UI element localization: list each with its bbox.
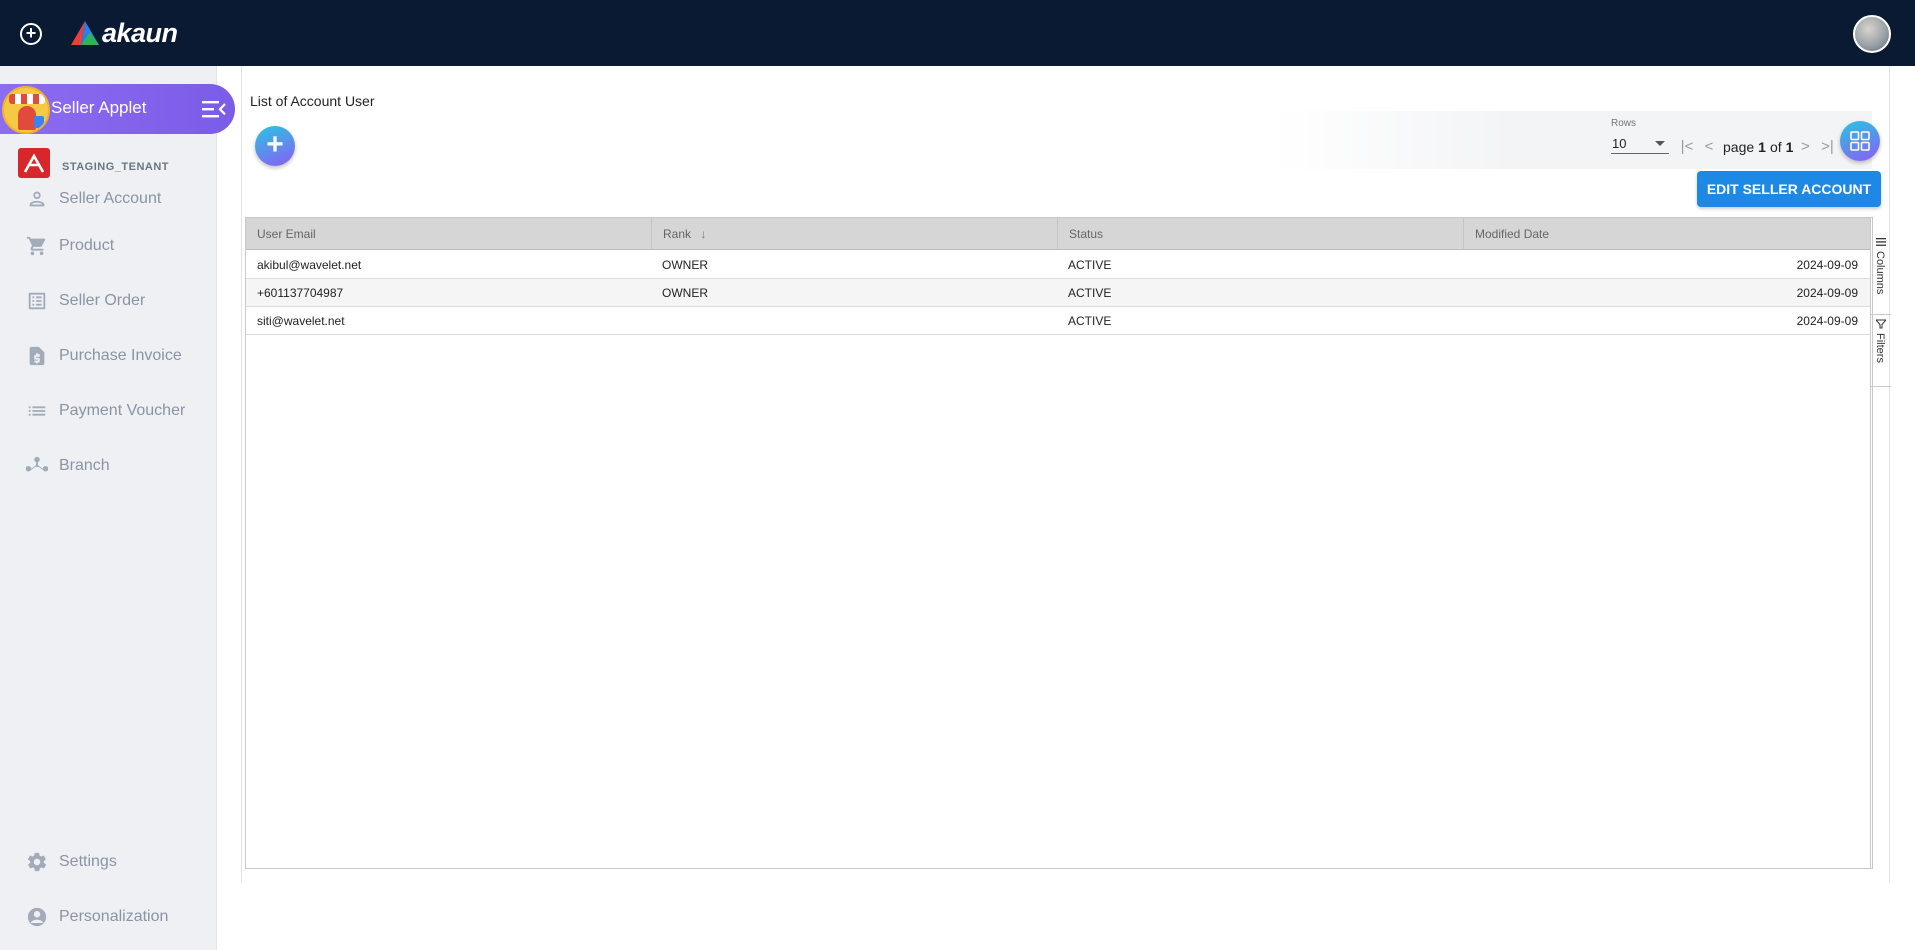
gear-icon [26, 851, 48, 873]
list-alt-icon [26, 290, 48, 312]
rows-label: Rows [1611, 118, 1637, 129]
top-bar: + akaun [0, 0, 1915, 66]
edit-seller-account-button[interactable]: EDIT SELLER ACCOUNT [1697, 171, 1881, 207]
brand-name: akaun [102, 17, 178, 48]
sidebar-item-branch[interactable]: Branch [25, 455, 110, 477]
sidebar: Seller Applet STAGING_TENANT Seller Acco… [0, 66, 235, 950]
cell-modified-date: 2024-09-09 [1796, 258, 1858, 272]
cell-modified-date: 2024-09-09 [1796, 314, 1858, 328]
seller-shop-icon [2, 86, 50, 134]
akaun-logo[interactable]: akaun [70, 18, 178, 48]
next-page-icon[interactable]: > [1794, 138, 1816, 155]
table-row[interactable]: +601137704987 OWNER ACTIVE 2024-09-09 [246, 279, 1870, 307]
chevron-down-icon [1655, 141, 1665, 146]
sidebar-item-label: Seller Account [59, 190, 162, 207]
cell-rank [651, 307, 1057, 335]
sidebar-item-product[interactable]: Product [26, 235, 114, 257]
sidebar-item-label: Product [59, 237, 115, 254]
last-page-icon[interactable]: >| [1816, 138, 1838, 155]
sidebar-item-personalization[interactable]: Personalization [26, 906, 168, 928]
columns-icon [1876, 238, 1886, 246]
table-row[interactable]: siti@wavelet.net ACTIVE 2024-09-09 [246, 307, 1870, 335]
main-content: List of Account User + Rows 10 |< < page… [241, 66, 1891, 882]
cart-icon [26, 235, 48, 257]
tenant-logo-icon [18, 148, 50, 178]
add-circle-icon[interactable]: + [20, 23, 42, 45]
rows-per-page-select[interactable]: 10 [1611, 134, 1669, 154]
list-icon [26, 400, 48, 422]
grid-view-icon [1850, 131, 1870, 151]
menu-collapse-icon[interactable] [202, 100, 226, 118]
cell-rank: OWNER [662, 286, 708, 300]
tenant-name: STAGING_TENANT [62, 161, 170, 173]
grid-side-bar: Columns Filters [1870, 217, 1891, 869]
column-header-label: Rank [663, 227, 692, 241]
table-row[interactable]: akibul@wavelet.net OWNER ACTIVE 2024-09-… [246, 251, 1870, 279]
sidebar-item-purchase-invoice[interactable]: Purchase Invoice [26, 345, 182, 367]
cell-email: akibul@wavelet.net [257, 258, 362, 272]
page-title: List of Account User [250, 93, 375, 109]
add-user-button[interactable]: + [255, 126, 295, 166]
sidebar-item-label: Payment Voucher [59, 402, 186, 419]
column-header-user-email[interactable]: User Email [246, 218, 651, 250]
cell-status: ACTIVE [1068, 314, 1112, 328]
sidebar-item-label: Purchase Invoice [59, 347, 182, 364]
filters-tool-tab[interactable]: Filters [1871, 315, 1891, 387]
person-icon [26, 188, 48, 210]
column-header-status[interactable]: Status [1057, 218, 1463, 250]
page-prefix: page [1723, 138, 1755, 155]
invoice-icon [26, 345, 48, 367]
grid-header: User Email Rank ↓ Status Modified Date [246, 218, 1870, 250]
user-circle-icon [26, 906, 48, 928]
sidebar-item-settings[interactable]: Settings [26, 851, 117, 873]
cell-email: siti@wavelet.net [257, 314, 345, 328]
cell-email: +601137704987 [257, 286, 344, 300]
sort-desc-icon: ↓ [700, 227, 707, 241]
logo-triangle-icon [70, 20, 100, 46]
cell-status: ACTIVE [1068, 286, 1112, 300]
current-page: 1 [1758, 138, 1766, 155]
sidebar-item-payment-voucher[interactable]: Payment Voucher [26, 400, 185, 422]
sidebar-item-seller-order[interactable]: Seller Order [26, 290, 145, 312]
sidebar-item-seller-account[interactable]: Seller Account [26, 188, 161, 210]
prev-page-icon[interactable]: < [1698, 138, 1720, 155]
total-pages: 1 [1785, 138, 1794, 155]
applet-label: Seller Applet [51, 98, 147, 117]
cell-rank: OWNER [662, 258, 708, 272]
sidebar-item-label: Settings [59, 853, 117, 870]
columns-tool-tab[interactable]: Columns [1871, 233, 1891, 315]
grid-view-button[interactable] [1840, 121, 1880, 161]
account-user-grid: User Email Rank ↓ Status Modified Date a… [245, 217, 1873, 869]
filter-icon [1876, 319, 1886, 329]
column-header-rank[interactable]: Rank ↓ [651, 218, 1057, 250]
sidebar-item-label: Branch [59, 457, 110, 474]
first-page-icon[interactable]: |< [1676, 138, 1698, 155]
rows-value: 10 [1612, 136, 1627, 151]
filters-tab-label: Filters [1874, 333, 1886, 363]
sidebar-item-label: Personalization [59, 908, 169, 925]
cell-modified-date: 2024-09-09 [1796, 286, 1858, 300]
tenant-switcher[interactable]: STAGING_TENANT [18, 148, 169, 178]
page-of: of [1769, 138, 1782, 155]
pagination: |< < page 1 of 1 > >| [1676, 138, 1838, 155]
branch-icon [25, 455, 49, 477]
sidebar-item-label: Seller Order [59, 292, 146, 309]
cell-status: ACTIVE [1068, 258, 1112, 272]
user-avatar[interactable] [1853, 15, 1891, 53]
column-header-modified-date[interactable]: Modified Date [1463, 218, 1870, 250]
columns-tab-label: Columns [1874, 251, 1886, 295]
